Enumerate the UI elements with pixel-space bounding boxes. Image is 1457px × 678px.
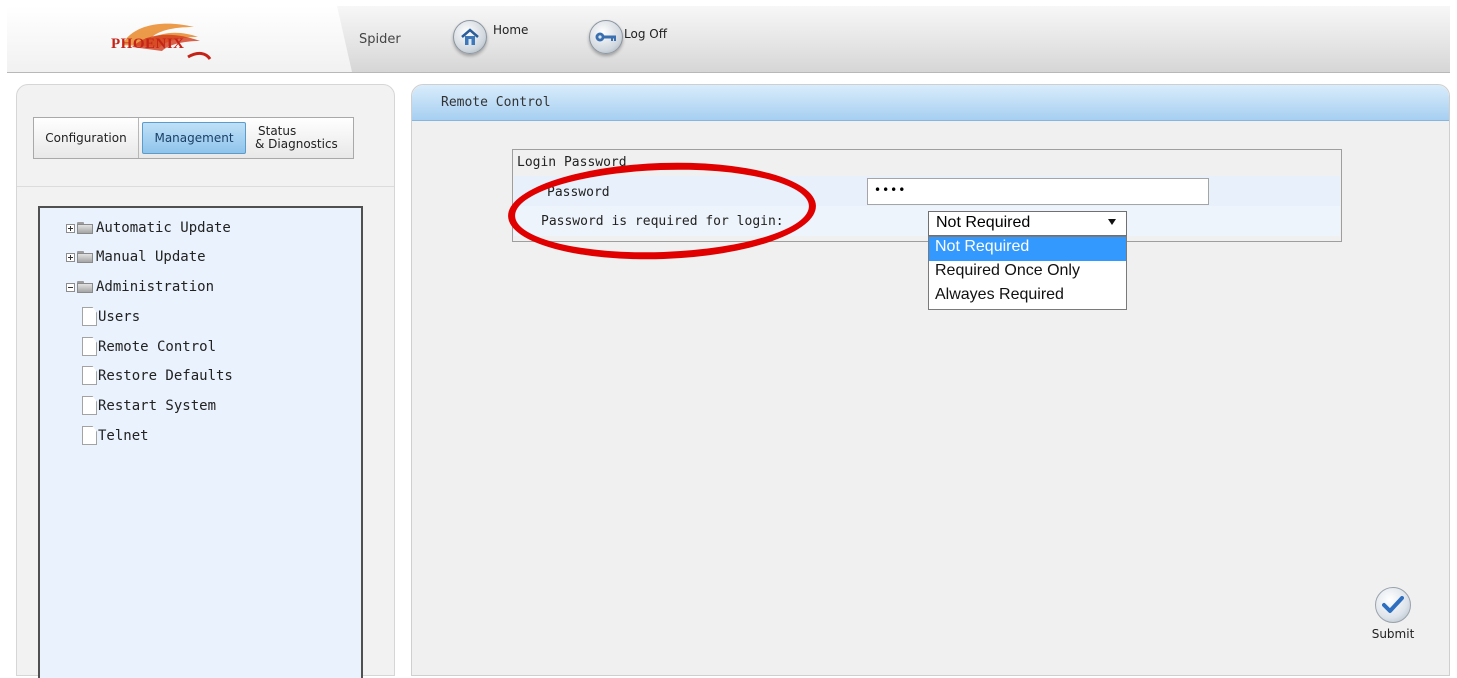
sidebar-divider (17, 186, 394, 187)
tree-item-remote-control[interactable]: Remote Control (82, 337, 216, 356)
folder-icon (77, 222, 93, 234)
select-value: Not Required (936, 214, 1031, 231)
tab-configuration-label: Configuration (45, 130, 127, 145)
password-label: Password (547, 185, 610, 200)
collapse-minus-icon[interactable] (66, 282, 75, 292)
log-off-label: Log Off (624, 27, 667, 41)
tree-item-label: Administration (96, 279, 215, 295)
submit-label: Submit (1371, 627, 1415, 641)
tree-item-label: Restart System (98, 397, 217, 414)
sidebar-tabs: Configuration Management Status & Diagno… (33, 117, 354, 159)
log-off-button[interactable]: Log Off (589, 20, 667, 54)
password-required-select[interactable]: Not Required (928, 211, 1127, 236)
page-title: Remote Control (441, 95, 551, 110)
home-label: Home (493, 23, 529, 37)
page-icon (82, 396, 97, 415)
option-required-once-only[interactable]: Required Once Only (929, 261, 1126, 285)
tab-management[interactable]: Management (142, 122, 246, 154)
password-field[interactable]: •••• (867, 178, 1209, 205)
tree-item-label: Manual Update (96, 249, 206, 265)
page-icon (82, 366, 97, 385)
section-title: Login Password (517, 155, 627, 170)
option-not-required[interactable]: Not Required (929, 237, 1126, 261)
tree-item-telnet[interactable]: Telnet (82, 426, 149, 445)
sidebar-panel: Configuration Management Status & Diagno… (16, 84, 395, 678)
tree-item-manual-update[interactable]: Manual Update (66, 249, 206, 265)
folder-open-icon (77, 281, 93, 293)
password-required-options: Not Required Required Once Only Alwayes … (928, 236, 1127, 310)
main-panel: Remote Control Login Password Password P… (411, 84, 1450, 676)
submit-button[interactable]: Submit (1368, 587, 1418, 641)
tree-item-label: Users (98, 308, 141, 325)
top-bar: PHOENIX Spider Home Log Off (7, 6, 1450, 73)
navigation-tree: Automatic Update Manual Update Administr… (38, 206, 363, 678)
checkmark-icon (1375, 587, 1411, 623)
tree-item-label: Restore Defaults (98, 367, 233, 384)
tree-item-label: Telnet (98, 427, 149, 444)
tree-item-restart-system[interactable]: Restart System (82, 396, 216, 415)
page-icon (82, 426, 97, 445)
tree-item-restore-defaults[interactable]: Restore Defaults (82, 366, 233, 385)
tree-item-automatic-update[interactable]: Automatic Update (66, 220, 231, 236)
page-icon (82, 337, 97, 356)
home-icon (453, 20, 487, 54)
dropdown-arrow-icon (1108, 219, 1116, 225)
tab-management-label: Management (154, 130, 234, 145)
logo-area: PHOENIX (7, 6, 352, 72)
tab-configuration[interactable]: Configuration (34, 118, 139, 158)
tab-diagnostics-label: & Diagnostics (255, 137, 338, 151)
key-icon (589, 20, 623, 54)
logo-text: PHOENIX (111, 36, 185, 52)
expand-plus-icon[interactable] (66, 223, 75, 233)
home-button[interactable]: Home (453, 20, 528, 54)
panel-header: Remote Control (412, 85, 1449, 121)
tree-item-label: Remote Control (98, 338, 217, 355)
tree-item-administration[interactable]: Administration (66, 279, 214, 295)
option-always-required[interactable]: Alwayes Required (929, 285, 1126, 309)
tab-status-diagnostics[interactable]: Status & Diagnostics (249, 118, 353, 158)
tree-item-users[interactable]: Users (82, 307, 140, 326)
device-name: Spider (359, 32, 401, 47)
required-label: Password is required for login: (541, 214, 784, 229)
tree-item-label: Automatic Update (96, 220, 231, 236)
folder-icon (77, 251, 93, 263)
page-icon (82, 307, 97, 326)
expand-plus-icon[interactable] (66, 252, 75, 262)
